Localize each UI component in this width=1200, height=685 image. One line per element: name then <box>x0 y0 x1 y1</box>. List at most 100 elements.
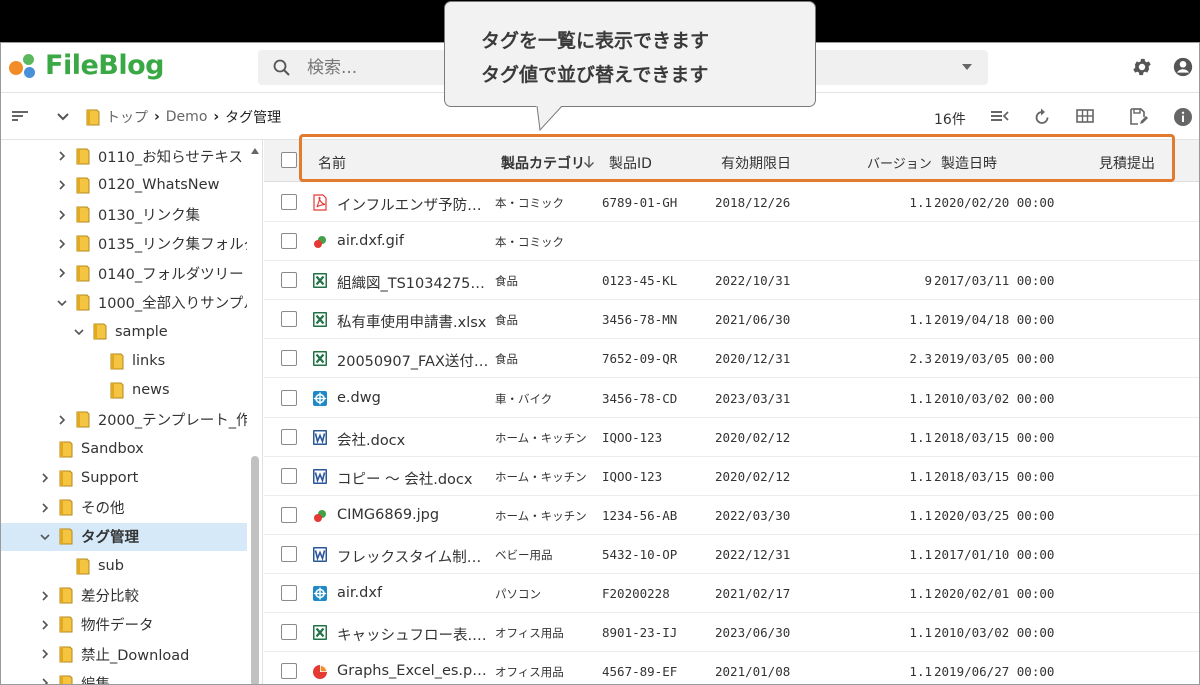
list-collapse-icon[interactable] <box>990 107 1010 125</box>
tree-item[interactable]: news <box>1 376 247 404</box>
file-name[interactable]: 20050907_FAX送付状.xlsx <box>337 350 489 371</box>
tree-item[interactable]: 0120_WhatsNew <box>1 171 247 199</box>
chevron-right-icon[interactable] <box>56 238 68 250</box>
file-name[interactable]: キャッシュフロー表.xlsx <box>337 624 489 645</box>
row-checkbox[interactable] <box>281 194 297 210</box>
tree-item[interactable]: 0130_リンク集 <box>1 201 247 229</box>
table-row[interactable]: 私有車使用申請書.xlsx 食品 3456-78-MN 2021/06/30 1.1 20… <box>264 300 1199 340</box>
row-checkbox[interactable] <box>281 585 297 601</box>
row-checkbox[interactable] <box>281 467 297 484</box>
grid-view-icon[interactable] <box>1075 107 1095 125</box>
row-checkbox[interactable] <box>281 233 297 250</box>
folder-icon <box>93 323 107 340</box>
save-edit-icon[interactable] <box>1128 107 1148 127</box>
file-name[interactable]: air.dxf.gif <box>337 233 489 249</box>
expiry-date: 2022/12/31 <box>715 546 791 562</box>
row-checkbox[interactable] <box>281 350 297 367</box>
account-icon[interactable] <box>1172 56 1194 78</box>
chevron-down-icon[interactable] <box>73 326 85 338</box>
tree-item[interactable]: links <box>1 347 247 375</box>
table-row[interactable]: フレックスタイム制規則.docx ベビー用品 5432-10-OP 2022/12/3… <box>264 535 1199 574</box>
row-checkbox[interactable] <box>281 545 297 562</box>
row-checkbox[interactable] <box>281 272 297 289</box>
presentation-file-icon <box>312 663 328 680</box>
table-row[interactable]: インフルエンザ予防のお知らせ.pdf 本・コミック 6789-01-GH 2018/1… <box>264 183 1199 222</box>
sort-icon[interactable] <box>11 107 29 125</box>
breadcrumb-item-demo[interactable]: Demo <box>166 109 208 125</box>
manufactured-date: 2017/03/11 00:00 <box>934 273 1055 289</box>
chevron-right-icon[interactable] <box>39 677 51 685</box>
tree-item[interactable]: 差分比較 <box>1 582 247 610</box>
row-checkbox[interactable] <box>281 428 297 445</box>
row-checkbox[interactable] <box>281 624 297 641</box>
chevron-right-icon[interactable] <box>39 502 51 514</box>
row-checkbox[interactable] <box>281 663 297 680</box>
chevron-right-icon[interactable] <box>39 619 51 631</box>
table-row[interactable]: 20050907_FAX送付状.xlsx 食品 7652-09-QR 2020/12/… <box>264 339 1199 379</box>
table-row[interactable]: コピー ～ 会社.docx ホーム・キッチン IQOO-123 2020/02/12 1… <box>264 457 1199 496</box>
chevron-right-icon[interactable] <box>56 414 68 426</box>
tree-item[interactable]: 0135_リンク集フォルダ <box>1 230 247 258</box>
tree-item[interactable]: 1000_全部入りサンプルペ <box>1 289 247 317</box>
manufactured-date: 2019/03/05 00:00 <box>934 351 1055 367</box>
file-name[interactable]: フレックスタイム制規則.docx <box>337 546 489 567</box>
tree-item[interactable]: sub <box>1 552 247 580</box>
tree-item[interactable]: 0110_お知らせテキスト <box>1 142 247 170</box>
chevron-right-icon[interactable] <box>39 648 51 660</box>
chevron-right-icon[interactable] <box>39 590 51 602</box>
tree-item[interactable]: その他 <box>1 494 247 522</box>
chevron-right-icon[interactable] <box>56 209 68 221</box>
chevron-down-icon[interactable] <box>39 531 51 543</box>
chevron-down-icon[interactable] <box>56 297 68 309</box>
breadcrumb-item-top[interactable]: トップ <box>106 107 148 127</box>
chevron-right-icon[interactable] <box>56 179 68 191</box>
folder-icon <box>59 646 73 663</box>
file-name[interactable]: Graphs_Excel_es.pptx <box>337 663 489 679</box>
row-checkbox[interactable] <box>281 389 297 406</box>
file-list-table: 名前 製品カテゴリ 製品ID 有効期限日 バージョン 製造日時 見積提出 インフ… <box>264 140 1199 684</box>
file-name[interactable]: 組織図_TS1034275.xlsx <box>337 272 489 293</box>
file-name[interactable]: 私有車使用申請書.xlsx <box>337 311 489 332</box>
row-checkbox[interactable] <box>281 311 297 328</box>
chevron-right-icon[interactable] <box>56 150 68 162</box>
gear-icon[interactable] <box>1131 56 1153 78</box>
table-row[interactable]: 会社.docx ホーム・キッチン IQOO-123 2020/02/12 1.1 2018… <box>264 418 1199 457</box>
chevron-down-icon[interactable] <box>55 107 71 125</box>
tree-item[interactable]: 2000_テンプレート_作成 <box>1 406 247 434</box>
file-name[interactable]: air.dxf <box>337 585 489 601</box>
select-all-checkbox[interactable] <box>281 152 297 168</box>
expiry-date: 2022/10/31 <box>715 273 791 289</box>
tree-item[interactable]: Support <box>1 464 247 492</box>
chevron-right-icon[interactable] <box>39 472 51 484</box>
table-row[interactable]: キャッシュフロー表.xlsx オフィス用品 8901-23-IJ 2023/06/30… <box>264 613 1199 653</box>
row-checkbox[interactable] <box>281 506 297 523</box>
file-name[interactable]: 会社.docx <box>337 429 489 450</box>
table-row[interactable]: air.dxf パソコン F20200228 2021/02/17 1.1 2020/02… <box>264 574 1199 613</box>
table-row[interactable]: CIMG6869.jpg ホーム・キッチン 1234-56-AB 2022/03/30… <box>264 496 1199 535</box>
folder-icon <box>59 470 73 487</box>
search-dropdown-icon[interactable] <box>962 64 972 70</box>
refresh-icon[interactable] <box>1032 107 1052 127</box>
tree-item[interactable]: 編集 <box>1 669 247 685</box>
folder-icon <box>76 235 90 252</box>
product-category: オフィス用品 <box>495 626 564 641</box>
app-logo[interactable]: FileBlog <box>9 49 164 81</box>
table-row[interactable]: e.dwg 車・バイク 3456-78-CD 2023/03/31 1.1 2010/03… <box>264 379 1199 418</box>
chevron-right-icon[interactable] <box>56 267 68 279</box>
file-name[interactable]: インフルエンザ予防のお知らせ.pdf <box>337 194 489 215</box>
file-name[interactable]: CIMG6869.jpg <box>337 507 489 523</box>
tree-item[interactable]: 0140_フォルダツリー <box>1 259 247 287</box>
tree-item[interactable]: タグ管理 <box>1 522 247 551</box>
tree-item[interactable]: 禁止_Download <box>1 640 247 668</box>
tree-item[interactable]: 物件データ <box>1 611 247 639</box>
table-row[interactable]: 組織図_TS1034275.xlsx 食品 0123-45-KL 2022/10/31… <box>264 261 1199 301</box>
tree-item[interactable]: sample <box>1 318 247 346</box>
tree-item[interactable]: Sandbox <box>1 435 247 463</box>
product-id: 4567-89-EF <box>602 664 678 680</box>
file-name[interactable]: e.dwg <box>337 390 489 406</box>
table-row[interactable]: Graphs_Excel_es.pptx オフィス用品 4567-89-EF 2021… <box>264 652 1199 684</box>
sidebar-scrollbar-thumb[interactable] <box>251 456 259 684</box>
file-name[interactable]: コピー ～ 会社.docx <box>337 468 489 489</box>
table-row[interactable]: air.dxf.gif 本・コミック <box>264 222 1199 262</box>
info-icon[interactable] <box>1173 107 1193 127</box>
